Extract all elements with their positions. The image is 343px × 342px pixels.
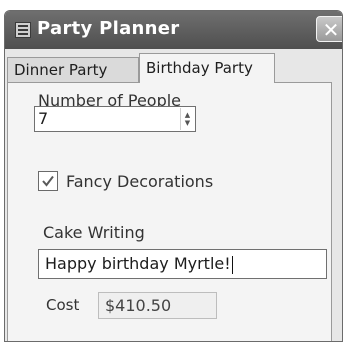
cost-label: Cost <box>46 296 80 314</box>
checkmark-icon <box>42 175 54 187</box>
cake-writing-value: Happy birthday Myrtle! <box>45 254 231 273</box>
spin-down-icon[interactable]: ▼ <box>185 119 190 127</box>
cost-display: $410.50 <box>98 292 217 319</box>
fancy-decorations-label[interactable]: Fancy Decorations <box>66 172 213 191</box>
spin-buttons[interactable]: ▲ ▼ <box>180 108 194 130</box>
app-window-icon <box>15 22 31 38</box>
title-bar[interactable]: Party Planner ✕ <box>5 11 342 49</box>
number-of-people-stepper[interactable]: 7 ▲ ▼ <box>34 106 196 132</box>
text-caret <box>231 255 233 274</box>
fancy-decorations-checkbox[interactable] <box>38 171 58 191</box>
spin-up-icon[interactable]: ▲ <box>185 111 190 119</box>
tab-birthday-party[interactable]: Birthday Party <box>139 53 275 83</box>
close-button[interactable]: ✕ <box>316 16 342 42</box>
window-title: Party Planner <box>37 18 180 39</box>
cost-value: $410.50 <box>105 296 172 315</box>
cake-writing-input[interactable]: Happy birthday Myrtle! <box>38 249 327 279</box>
cake-writing-label: Cake Writing <box>43 223 145 242</box>
number-of-people-value: 7 <box>38 109 49 128</box>
tab-dinner-party[interactable]: Dinner Party <box>7 57 139 83</box>
